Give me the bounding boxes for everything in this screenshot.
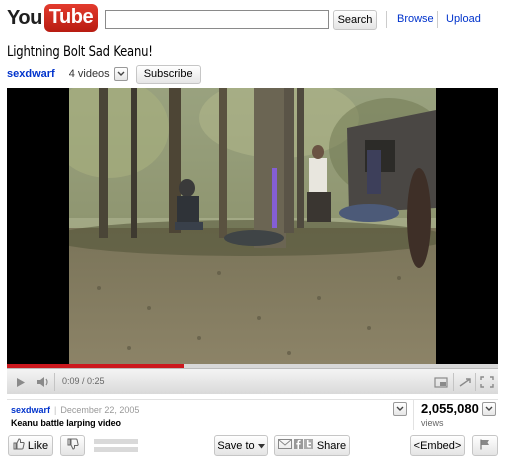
control-divider [453, 373, 454, 391]
time-display: 0:09 / 0:25 [62, 376, 105, 386]
video-info: sexdwarf | December 22, 2005 Keanu battle … [7, 399, 498, 430]
video-title: Lightning Bolt Sad Keanu! [7, 44, 153, 60]
fullscreen-icon[interactable] [479, 374, 495, 390]
share-label: Share [316, 439, 347, 452]
video-scene-image [69, 88, 436, 364]
player-controls: 0:09 / 0:25 [7, 368, 498, 394]
save-to-label: Save to [217, 439, 255, 452]
subscribe-button[interactable]: Subscribe [135, 64, 201, 84]
search-button[interactable]: Search [333, 10, 377, 30]
youtube-logo[interactable]: You Tube [7, 4, 99, 34]
chevron-down-icon[interactable] [113, 67, 128, 81]
ratings-bar [94, 447, 138, 452]
view-count: 2,055,080 [421, 401, 479, 416]
browse-link[interactable]: Browse [397, 13, 434, 25]
video-frame[interactable] [69, 88, 436, 364]
video-count: 4 videos [68, 68, 110, 80]
search-input[interactable] [105, 10, 329, 29]
info-divider [413, 400, 414, 430]
facebook-icon [293, 439, 303, 452]
action-bar: Like Save to Share <Embed> [0, 433, 505, 459]
chevron-down-icon[interactable] [393, 402, 407, 416]
flag-button[interactable] [472, 435, 498, 456]
like-button[interactable]: Like [8, 435, 53, 456]
channel-row: sexdwarf 4 videos Subscribe [7, 64, 201, 84]
thumbs-up-icon [13, 438, 25, 453]
views-label: views [421, 418, 444, 428]
ratings-bar [94, 439, 138, 444]
control-divider [54, 373, 55, 391]
flag-icon [480, 439, 490, 453]
video-player[interactable]: 0:09 / 0:25 [7, 88, 498, 394]
chevron-down-icon[interactable] [482, 402, 496, 416]
upload-date: December 22, 2005 [60, 405, 140, 415]
thumbs-down-icon [67, 438, 79, 453]
logo-tube: Tube [43, 4, 99, 32]
info-separator: | [54, 405, 57, 415]
popout-icon[interactable] [433, 374, 449, 390]
upload-link[interactable]: Upload [446, 13, 481, 25]
nav-divider [386, 11, 387, 28]
resize-icon[interactable] [457, 374, 473, 390]
video-description: Keanu battle larping video [11, 418, 121, 428]
chevron-down-icon [257, 440, 265, 452]
uploader-link[interactable]: sexdwarf [11, 405, 50, 415]
dislike-button[interactable] [60, 435, 85, 456]
control-divider [475, 373, 476, 391]
twitter-icon [303, 439, 313, 452]
embed-button[interactable]: <Embed> [410, 435, 465, 456]
uploader-info: sexdwarf | December 22, 2005 Keanu battle … [11, 404, 139, 428]
play-icon[interactable] [13, 374, 29, 390]
channel-name-link[interactable]: sexdwarf [7, 68, 55, 80]
logo-you: You [7, 7, 42, 29]
volume-icon[interactable] [34, 374, 52, 390]
email-icon [277, 439, 292, 452]
nav-divider [437, 11, 438, 28]
save-to-button[interactable]: Save to [214, 435, 268, 456]
share-button[interactable]: Share [274, 435, 350, 456]
like-label: Like [27, 439, 49, 452]
header: You Tube Search Browse Upload [0, 0, 505, 38]
